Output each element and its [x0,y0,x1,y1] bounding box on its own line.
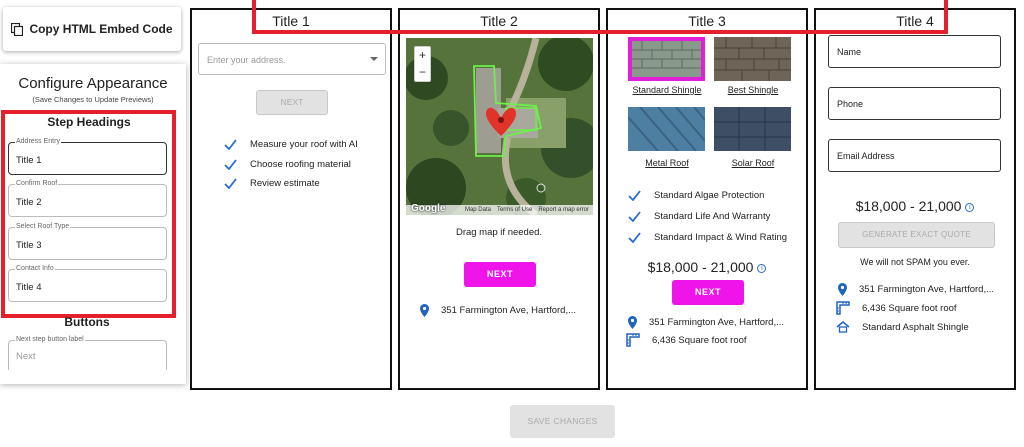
zoom-in-button[interactable]: + [415,47,430,64]
step-3-area-row: 6,436 Square foot roof [626,333,747,347]
checkmark-icon [224,159,237,170]
price-text: $18,000 - 21,000 [855,198,962,214]
address-search-input[interactable]: Enter your address. [198,43,386,75]
next-button-label-field[interactable]: Next step button label Next [8,336,167,370]
shingle-text: Standard Asphalt Shingle [862,321,969,333]
feature-text: Measure your roof with AI [250,139,358,151]
feature-text: Standard Impact & Wind Rating [654,232,788,243]
feature-text: Standard Life And Warranty [654,211,771,222]
price-text: $18,000 - 21,000 [647,259,754,275]
location-pin-icon [420,304,429,317]
list-item: Standard Life And Warranty [628,206,787,227]
step-2-title: Title 2 [480,13,518,29]
feature-text: Review estimate [250,178,320,190]
best-shingle-image[interactable] [714,37,791,81]
email-field[interactable]: Email Address [828,139,1001,172]
map-zoom-control: + − [414,46,431,82]
info-icon[interactable]: i [757,264,767,273]
info-icon[interactable]: i [965,203,975,212]
drag-map-hint: Drag map if needed. [455,227,543,238]
step-2-address-row: 351 Farmington Ave, Hartford,... [420,304,576,317]
best-shingle-label[interactable]: Best Shingle [698,85,808,95]
area-text: 6,436 Square foot roof [862,302,957,314]
name-field[interactable]: Name [828,35,1001,68]
step-4-area-row: 6,436 Square foot roof [836,301,957,315]
list-item: Review estimate [224,174,358,194]
field-label: Next step button label [15,336,85,343]
step-3-feature-list: Standard Algae Protection Standard Life … [628,185,787,248]
list-item: Choose roofing material [224,155,358,175]
feature-text: Standard Algae Protection [654,190,765,201]
step-3-price: $18,000 - 21,000 i [608,259,806,275]
feature-text: Choose roofing material [250,158,351,170]
copy-embed-label: Copy HTML Embed Code [29,22,173,36]
step-1-next-button[interactable]: NEXT [256,90,328,115]
buttons-section-title: Buttons [64,315,110,329]
list-item: Standard Impact & Wind Rating [628,227,787,248]
solar-roof-image[interactable] [714,107,791,151]
address-text: 351 Farmington Ave, Hartford,... [441,305,577,316]
dropdown-caret-icon [370,57,378,61]
area-text: 6,436 Square foot roof [652,334,747,346]
address-text: 351 Farmington Ave, Hartford,... [649,317,785,328]
generate-exact-quote-button[interactable]: GENERATE EXACT QUOTE [838,222,995,248]
step-3-next-button[interactable]: NEXT [672,280,744,305]
step-1-preview: Title 1 Enter your address. NEXT Measure… [190,8,392,390]
terms-link[interactable]: Terms of Use [497,205,532,215]
list-item: Standard Algae Protection [628,185,787,206]
no-spam-note: We will not SPAM you ever. [860,257,970,267]
step-headings-highlight [1,110,176,318]
standard-shingle-image[interactable] [628,37,705,81]
address-text: 351 Farmington Ave, Hartford,... [859,284,995,295]
step-4-preview: Title 4 Name Phone Email Address $18,000… [814,8,1016,390]
metal-roof-image[interactable] [627,106,706,152]
ruler-icon [626,333,640,347]
copy-embed-code-button[interactable]: Copy HTML Embed Code [3,7,181,51]
step-4-title: Title 4 [896,13,934,29]
checkmark-icon [628,232,641,243]
location-pin-icon [838,283,847,296]
step-4-shingle-row: Standard Asphalt Shingle [836,321,969,333]
ruler-icon [836,301,850,315]
field-placeholder: Next [16,351,36,362]
checkmark-icon [224,178,237,190]
house-icon [836,321,850,333]
checkmark-icon [628,211,641,222]
phone-field[interactable]: Phone [828,87,1001,120]
address-placeholder: Enter your address. [207,55,286,65]
satellite-map[interactable]: + − Map Data Terms of Use Report a map e… [406,38,593,215]
solar-roof-label[interactable]: Solar Roof [698,158,808,168]
google-logo: Google [411,203,446,214]
step-3-address-row: 351 Farmington Ave, Hartford,... [628,316,784,329]
checkmark-icon [628,190,641,201]
config-title: Configure Appearance [18,75,168,92]
report-error-link[interactable]: Report a map error [538,205,589,215]
step-3-title: Title 3 [688,13,726,29]
save-changes-button[interactable]: SAVE CHANGES [510,405,615,438]
step-4-address-row: 351 Farmington Ave, Hartford,... [838,283,994,296]
location-pin-icon [628,316,637,329]
zoom-out-button[interactable]: − [415,64,430,81]
step-2-next-button[interactable]: NEXT [464,262,536,287]
copy-icon [11,22,24,36]
step-2-preview: Title 2 + − Map Data Terms of Use Report… [398,8,600,390]
checkmark-icon [224,139,237,151]
satellite-imagery [406,38,593,215]
step-1-title: Title 1 [272,13,310,29]
map-data-link[interactable]: Map Data [465,205,491,215]
step-3-preview: Title 3 Standard Shingle Best Shingle Me… [606,8,808,390]
config-subtitle: (Save Changes to Update Previews) [32,95,154,104]
list-item: Measure your roof with AI [224,135,358,155]
step-4-price: $18,000 - 21,000 i [816,198,1014,214]
step-1-feature-list: Measure your roof with AI Choose roofing… [224,135,358,194]
